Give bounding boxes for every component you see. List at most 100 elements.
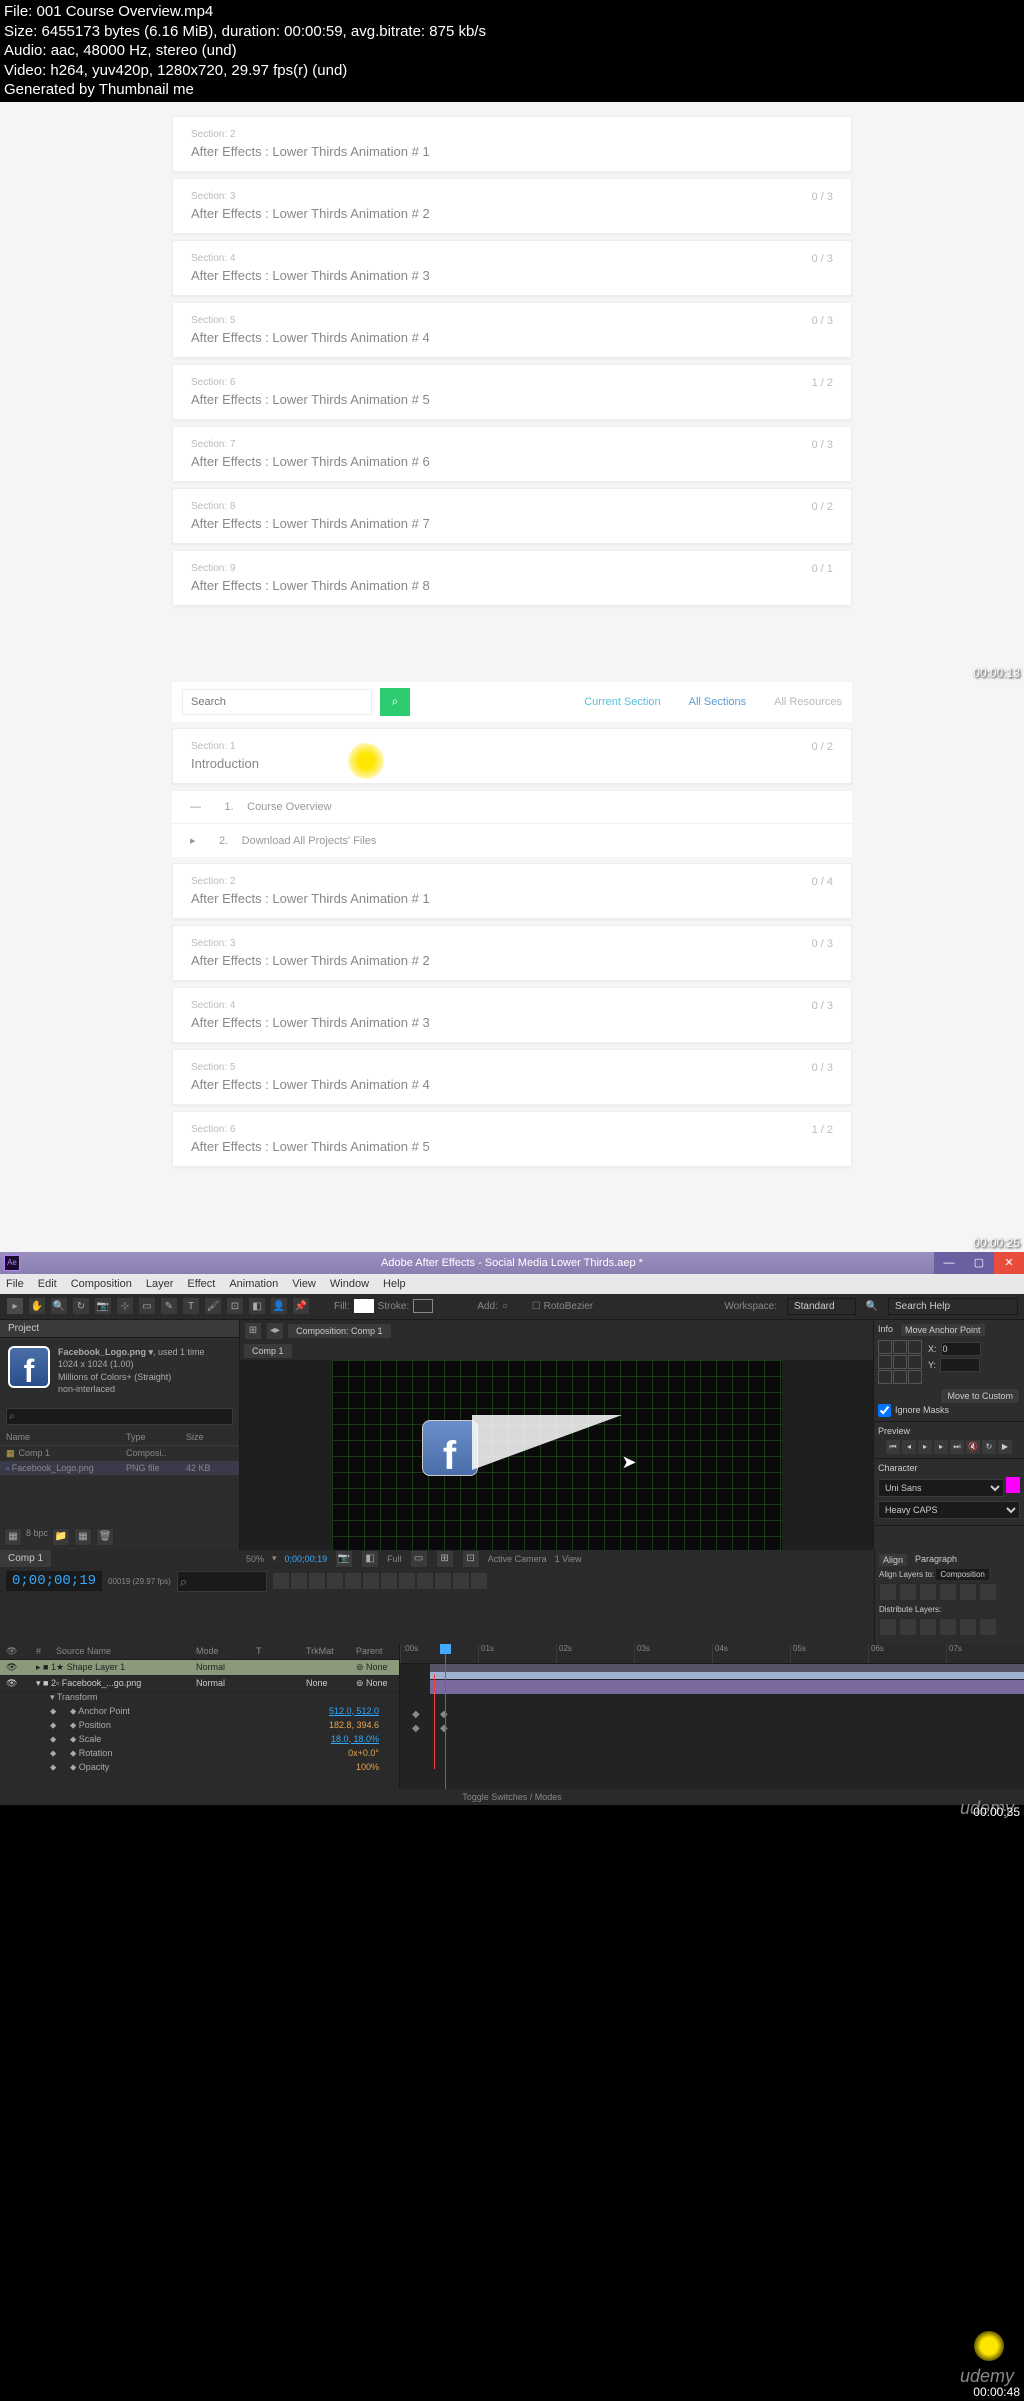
move-to-custom-button[interactable]: Move to Custom (940, 1388, 1020, 1404)
align-to-dropdown[interactable]: Composition (936, 1569, 988, 1580)
section-card[interactable]: 0 / 2 Section: 8 After Effects : Lower T… (172, 488, 852, 544)
hand-tool-icon[interactable]: ✋ (28, 1297, 46, 1315)
transform-group[interactable]: ▾ Transform (0, 1692, 399, 1706)
character-tab[interactable]: Character (878, 1463, 918, 1473)
move-anchor-tab[interactable]: Move Anchor Point (901, 1324, 985, 1336)
stamp-tool-icon[interactable]: ⊡ (226, 1297, 244, 1315)
flowchart-icon[interactable]: ⊞ (244, 1322, 262, 1340)
transform-prop-anchor-point[interactable]: ⬥⬥ Anchor Point512.0, 512.0 (0, 1706, 399, 1720)
tl-icon-11[interactable] (453, 1573, 469, 1589)
new-comp-icon[interactable]: ▦ (74, 1528, 92, 1546)
roto-tool-icon[interactable]: 👤 (270, 1297, 288, 1315)
preview-tab[interactable]: Preview (878, 1426, 910, 1436)
search-input[interactable] (182, 689, 372, 715)
new-folder-icon[interactable]: 📁 (52, 1528, 70, 1546)
trash-icon[interactable]: 🗑 (96, 1528, 114, 1546)
fill-swatch[interactable] (354, 1299, 374, 1313)
workspace-dropdown[interactable]: Standard (787, 1298, 856, 1315)
section-card[interactable]: 1 / 2 Section: 6 After Effects : Lower T… (172, 364, 852, 420)
first-frame-icon[interactable]: ⏮ (886, 1440, 900, 1454)
tl-icon-6[interactable] (363, 1573, 379, 1589)
menu-effect[interactable]: Effect (187, 1278, 215, 1290)
tl-icon-4[interactable] (327, 1573, 343, 1589)
section-card[interactable]: 0 / 3 Section: 7 After Effects : Lower T… (172, 426, 852, 482)
brush-tool-icon[interactable]: 🖌 (204, 1297, 222, 1315)
maximize-button[interactable]: ▢ (964, 1252, 994, 1274)
dist-2-icon[interactable] (899, 1618, 917, 1636)
project-row-asset[interactable]: ▫ Facebook_Logo.png PNG file 42 KB (0, 1461, 239, 1475)
lecture-item-1[interactable]: — 1. Course Overview (172, 790, 852, 823)
ram-preview-icon[interactable]: ▶ (998, 1440, 1012, 1454)
align-tab[interactable]: Align (879, 1554, 907, 1566)
timeline-ruler[interactable]: :00s01s02s03s04s05s06s07s (400, 1644, 1024, 1664)
current-time-indicator[interactable] (434, 1674, 435, 1769)
transform-prop-rotation[interactable]: ⬥⬥ Rotation0x+0.0° (0, 1748, 399, 1762)
font-weight-dropdown[interactable]: Heavy CAPS (878, 1501, 1020, 1519)
align-right-icon[interactable] (919, 1583, 937, 1601)
section-card[interactable]: 0 / 3 Section: 5 After Effects : Lower T… (172, 302, 852, 358)
tl-icon-1[interactable] (273, 1573, 289, 1589)
anchor-tool-icon[interactable]: ⊹ (116, 1297, 134, 1315)
align-vcenter-icon[interactable] (959, 1583, 977, 1601)
bpc-label[interactable]: 8 bpc (26, 1528, 48, 1546)
section-card[interactable]: 0 / 3 Section: 3 After Effects : Lower T… (172, 925, 852, 981)
add-label[interactable]: Add: (477, 1301, 498, 1312)
play-icon[interactable]: ▸ (190, 835, 196, 847)
align-top-icon[interactable] (939, 1583, 957, 1601)
playhead[interactable] (445, 1644, 446, 1789)
search-help-input[interactable]: Search Help (888, 1298, 1018, 1315)
shape-layer-element[interactable] (472, 1415, 622, 1470)
project-row-comp[interactable]: ▦Comp 1 Composi.. (0, 1446, 239, 1461)
tl-icon-5[interactable] (345, 1573, 361, 1589)
menu-file[interactable]: File (6, 1278, 24, 1290)
project-tab[interactable]: Project (0, 1320, 239, 1338)
filter-all-sections[interactable]: All Sections (689, 696, 746, 708)
align-hcenter-icon[interactable] (899, 1583, 917, 1601)
section-card[interactable]: 0 / 1 Section: 9 After Effects : Lower T… (172, 550, 852, 606)
transform-prop-scale[interactable]: ⬥⬥ Scale18.0, 18.0% (0, 1734, 399, 1748)
composition-tab[interactable]: Composition: Comp 1 (288, 1324, 391, 1338)
search-button[interactable]: ⌕ (380, 688, 410, 716)
font-dropdown[interactable]: Uni Sans (878, 1479, 1004, 1497)
menu-animation[interactable]: Animation (229, 1278, 278, 1290)
fb-layer-bar[interactable] (430, 1680, 1024, 1694)
ignore-masks-checkbox[interactable] (878, 1404, 891, 1417)
next-frame-icon[interactable]: ▸ (934, 1440, 948, 1454)
tl-icon-3[interactable] (309, 1573, 325, 1589)
menu-help[interactable]: Help (383, 1278, 406, 1290)
interp-icon[interactable]: ▦ (4, 1528, 22, 1546)
anchor-y-input[interactable] (940, 1358, 980, 1372)
pen-tool-icon[interactable]: ✎ (160, 1297, 178, 1315)
dist-5-icon[interactable] (959, 1618, 977, 1636)
info-tab[interactable]: Info (878, 1324, 893, 1336)
project-filter-input[interactable] (6, 1408, 233, 1425)
collapse-icon[interactable]: — (190, 801, 201, 813)
stroke-swatch[interactable] (413, 1299, 433, 1313)
timeline-tab[interactable]: Comp 1 (0, 1550, 51, 1567)
align-left-icon[interactable] (879, 1583, 897, 1601)
dist-4-icon[interactable] (939, 1618, 957, 1636)
mute-icon[interactable]: 🔇 (966, 1440, 980, 1454)
section-card[interactable]: 0 / 3 Section: 4 After Effects : Lower T… (172, 987, 852, 1043)
close-button[interactable]: ✕ (994, 1252, 1024, 1274)
text-tool-icon[interactable]: T (182, 1297, 200, 1315)
puppet-tool-icon[interactable]: 📌 (292, 1297, 310, 1315)
comp-nav-icon[interactable]: ◂▸ (266, 1322, 284, 1340)
tl-icon-8[interactable] (399, 1573, 415, 1589)
tl-icon-10[interactable] (435, 1573, 451, 1589)
minimize-button[interactable]: — (934, 1252, 964, 1274)
timecode-display[interactable]: 0;00;00;19 (6, 1571, 102, 1591)
prev-frame-icon[interactable]: ◂ (902, 1440, 916, 1454)
shape-tool-icon[interactable]: ▭ (138, 1297, 156, 1315)
camera-tool-icon[interactable]: 📷 (94, 1297, 112, 1315)
filter-all-resources[interactable]: All Resources (774, 696, 842, 708)
layer-shape[interactable]: 👁 ▸ ■ 1 ★ Shape Layer 1 Normal ⊚ None (0, 1660, 399, 1676)
layer-facebook[interactable]: 👁 ▾ ■ 2 ▫ Facebook_...go.png Normal None… (0, 1676, 399, 1692)
ae-titlebar[interactable]: Ae Adobe After Effects - Social Media Lo… (0, 1252, 1024, 1274)
anchor-x-input[interactable] (941, 1342, 981, 1356)
zoom-tool-icon[interactable]: 🔍 (50, 1297, 68, 1315)
menu-edit[interactable]: Edit (38, 1278, 57, 1290)
tl-icon-7[interactable] (381, 1573, 397, 1589)
text-color-swatch[interactable] (1006, 1477, 1020, 1493)
align-bottom-icon[interactable] (979, 1583, 997, 1601)
